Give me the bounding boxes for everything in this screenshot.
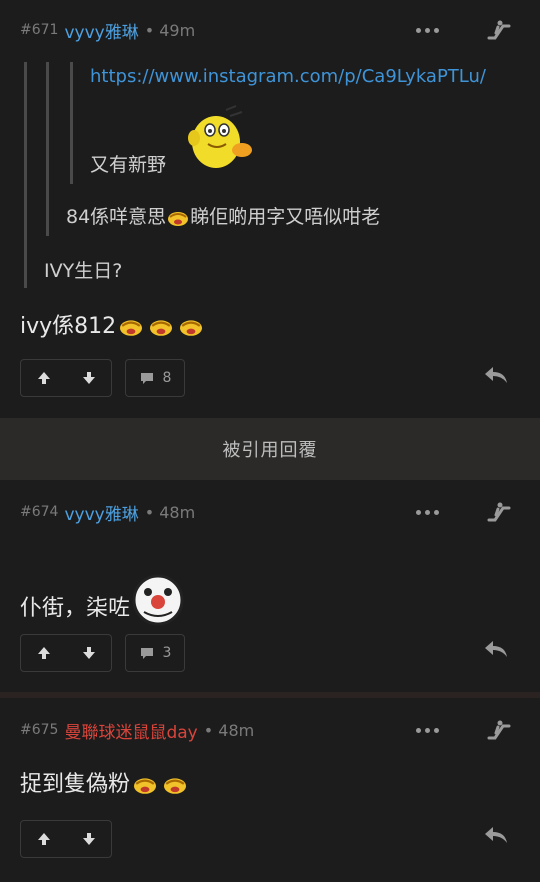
escalator-icon[interactable]	[486, 718, 512, 744]
quote2-text-b: 睇佢啲用字又唔似咁老	[190, 206, 381, 228]
quote-bar-level3	[70, 62, 73, 184]
quoted-replies-divider[interactable]: 被引用回覆	[0, 418, 540, 480]
instagram-link[interactable]: https://www.instagram.com/p/Ca9LykaPTLu/	[90, 66, 486, 87]
quote3-text: 又有新野	[90, 154, 167, 176]
sweat-emoji-icon	[168, 211, 189, 226]
post-number: #675	[20, 722, 59, 738]
sweat-emoji-icon	[180, 320, 203, 336]
post-time: • 48m	[203, 720, 255, 740]
quote2-text-a: 84係咩意思	[66, 206, 167, 228]
sweat-emoji-icon	[150, 320, 173, 336]
post-body-text: ivy係812	[20, 314, 117, 339]
vote-buttons	[20, 634, 112, 672]
quote-bar-level1	[24, 62, 27, 288]
arrow-down-icon[interactable]	[81, 645, 97, 661]
vote-buttons	[20, 359, 112, 397]
comment-count-button[interactable]: 3	[125, 634, 185, 672]
arrow-up-icon[interactable]	[36, 831, 52, 847]
post-header: #671 vyvy雅琳 • 49m	[20, 0, 195, 60]
post-675: #675 曼聯球迷鼠鼠day • 48m 捉到隻偽粉	[0, 698, 540, 882]
more-dots-icon[interactable]	[416, 504, 440, 520]
vote-buttons	[20, 820, 112, 858]
quote2-line: 84係咩意思 睇佢啲用字又唔似咁老	[66, 202, 380, 229]
username[interactable]: 曼聯球迷鼠鼠day	[64, 718, 197, 743]
post-body: 捉到隻偽粉	[20, 766, 190, 798]
escalator-icon[interactable]	[486, 500, 512, 526]
clown-sticker	[132, 574, 184, 626]
more-dots-icon[interactable]	[416, 22, 440, 38]
more-dots-icon[interactable]	[416, 722, 440, 738]
post-body-text: 仆街，柒咗	[20, 596, 131, 621]
sweat-emoji-icon	[120, 320, 143, 336]
post-time: • 48m	[144, 502, 196, 522]
post-number: #674	[20, 504, 59, 520]
arrow-down-icon[interactable]	[81, 831, 97, 847]
post-body-text: 捉到隻偽粉	[20, 772, 131, 797]
arrow-up-icon[interactable]	[36, 370, 52, 386]
post-number: #671	[20, 22, 59, 38]
post-body: 仆街，柒咗	[20, 572, 186, 628]
username[interactable]: vyvy雅琳	[64, 500, 138, 525]
quote-bar-level2	[46, 62, 49, 236]
comment-bubble-icon	[140, 648, 153, 659]
comment-count: 8	[162, 370, 172, 386]
username[interactable]: vyvy雅琳	[64, 18, 138, 43]
post-body: ivy係812	[20, 308, 206, 340]
sweat-emoji-icon	[164, 778, 187, 794]
post-header: #674 vyvy雅琳 • 48m	[20, 482, 195, 542]
reply-arrow-icon[interactable]	[482, 364, 510, 386]
reply-arrow-icon[interactable]	[482, 824, 510, 846]
post-671: #671 vyvy雅琳 • 49m https://www.instagram.…	[0, 0, 540, 418]
comment-count: 3	[162, 645, 172, 661]
comment-count-button[interactable]: 8	[125, 359, 185, 397]
arrow-up-icon[interactable]	[36, 645, 52, 661]
quote1-text: IVY生日?	[44, 260, 123, 282]
escalator-icon[interactable]	[486, 18, 512, 44]
sweat-emoji-icon	[134, 778, 157, 794]
post-time: • 49m	[144, 20, 196, 40]
chick-sticker	[188, 105, 252, 168]
comment-bubble-icon	[140, 373, 153, 384]
reply-arrow-icon[interactable]	[482, 638, 510, 660]
arrow-down-icon[interactable]	[81, 370, 97, 386]
post-header: #675 曼聯球迷鼠鼠day • 48m	[20, 700, 254, 760]
post-674: #674 vyvy雅琳 • 48m 仆街，柒咗 3	[0, 480, 540, 692]
